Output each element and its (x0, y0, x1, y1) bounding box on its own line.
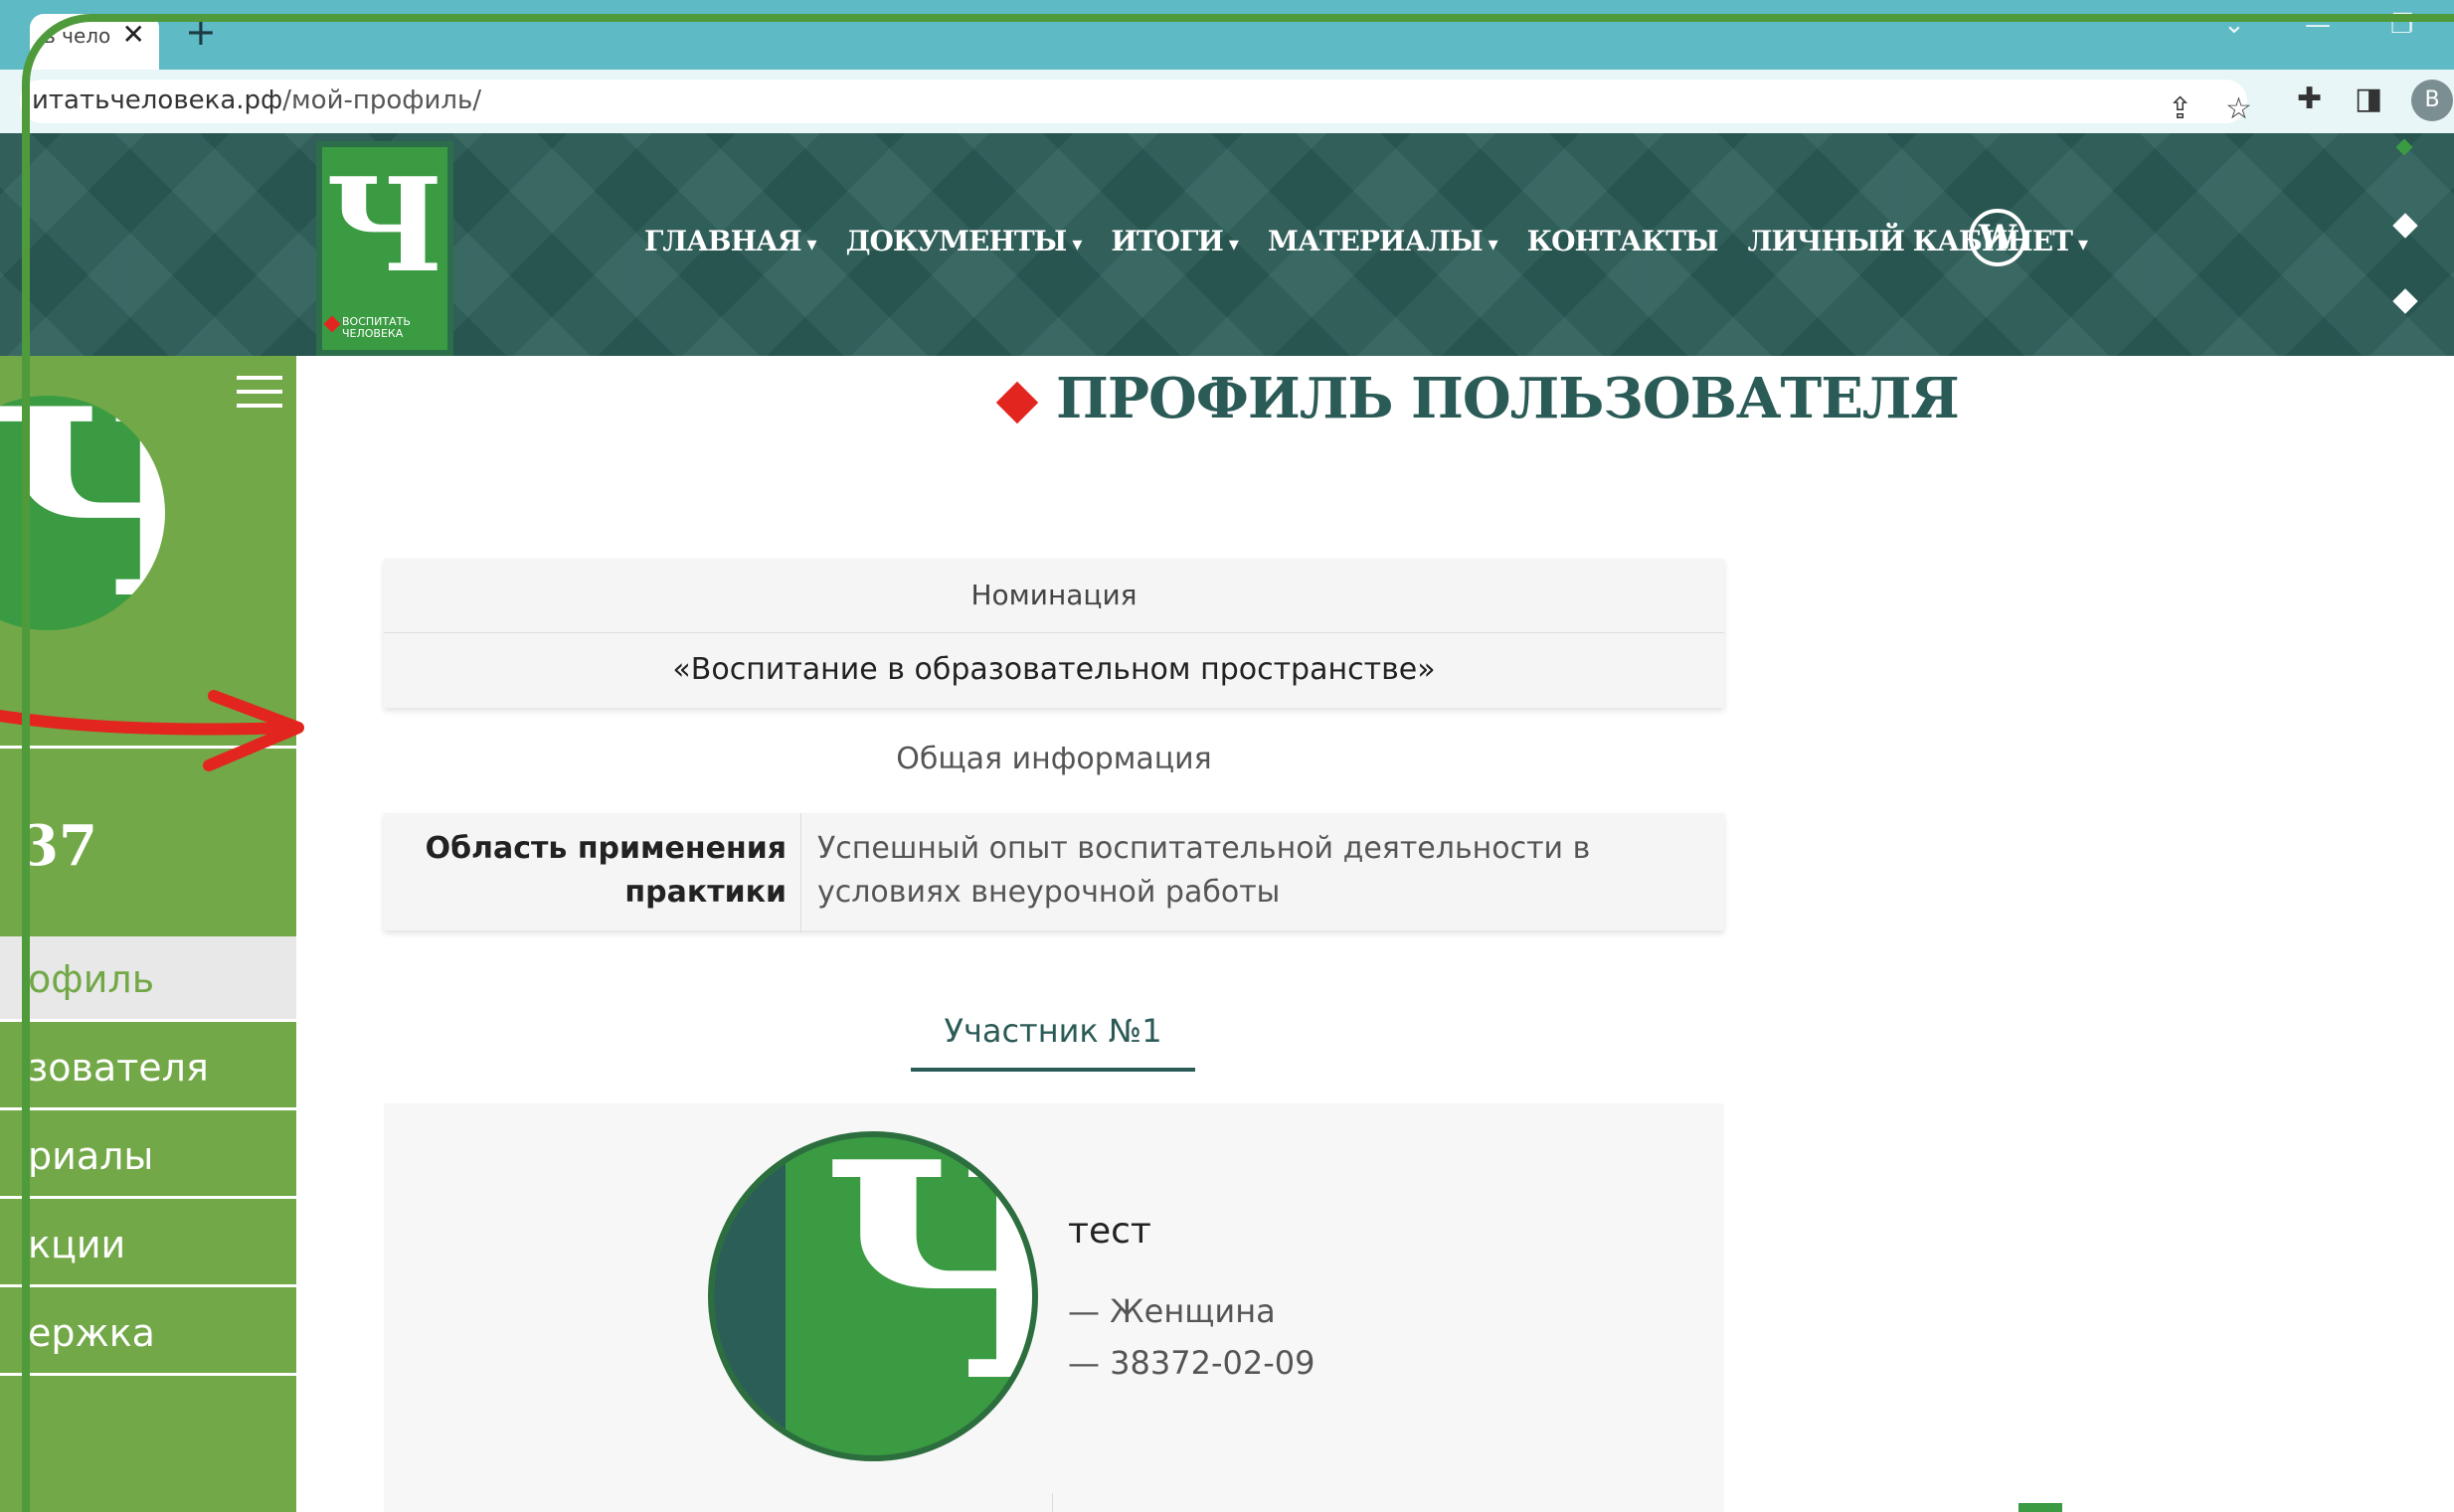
minimize-icon[interactable]: — (2305, 10, 2331, 40)
title-diamond-icon (995, 381, 1039, 424)
logo-caption: ВОСПИТАТЬ ЧЕЛОВЕКА (342, 316, 411, 340)
nav-label: МАТЕРИАЛЫ (1267, 225, 1484, 257)
participant-date: — 38372-02-09 (1068, 1344, 1315, 1382)
caret-down-icon: ▾ (2077, 232, 2088, 255)
nav-label: ДОКУМЕНТЫ (845, 225, 1068, 257)
extensions-icon[interactable]: ✚ (2297, 82, 2322, 116)
decor-diamond-icon (2392, 213, 2418, 239)
logo-letter: Ч (325, 149, 444, 301)
nomination-card: Номинация «Воспитание в образовательном … (384, 559, 1724, 708)
star-icon[interactable]: ☆ (2225, 91, 2252, 126)
caret-down-icon: ▾ (806, 232, 817, 255)
participant-card: Ч тест — Женщина — 38372-02-09 (384, 1103, 1724, 1512)
nav-item-results[interactable]: ИТОГИ ▾ (1111, 225, 1239, 257)
annotation-arrow-icon (0, 690, 304, 771)
caret-down-icon: ▾ (1228, 232, 1239, 255)
profile-avatar[interactable]: B (2411, 80, 2453, 121)
info-card: Область применения практики Успешный опы… (384, 813, 1724, 932)
new-tab-icon[interactable]: + (185, 10, 217, 54)
info-key: Область применения практики (384, 813, 801, 932)
nav-item-account[interactable]: ЛИЧНЫЙ КАБИНЕТ ▾ (1748, 225, 2088, 257)
sidebar-logo: Ч (0, 396, 165, 630)
avatar-dark-band (714, 1137, 786, 1455)
screen: ь чело ✕ + ⌄ — ❐ итатьчеловека.рф/мой-пр… (0, 0, 2454, 1512)
nomination-header: Номинация (384, 559, 1724, 633)
nomination-value: «Воспитание в образовательном пространст… (672, 652, 1436, 687)
nav-label: ИТОГИ (1111, 225, 1223, 257)
sidebar-logo-letter: Ч (0, 396, 165, 630)
sidebar-item-user[interactable]: зователя (0, 1025, 296, 1110)
nav-item-documents[interactable]: ДОКУМЕНТЫ ▾ (845, 225, 1083, 257)
nav-item-contacts[interactable]: КОНТАКТЫ (1526, 225, 1719, 257)
share-icon[interactable]: ⇪ (2168, 91, 2192, 126)
wordpress-icon[interactable]: W (1969, 209, 2026, 266)
url-path: /мой-профиль/ (282, 85, 482, 115)
menu-icon[interactable] (237, 376, 282, 418)
caret-down-icon: ▾ (1488, 232, 1498, 255)
nav-item-materials[interactable]: МАТЕРИАЛЫ ▾ (1267, 225, 1498, 257)
scroll-top-button[interactable] (2018, 1503, 2062, 1512)
logo-caption-line-2: ЧЕЛОВЕКА (342, 327, 404, 340)
sidebar-item-instructions[interactable]: кции (0, 1202, 296, 1287)
chevron-down-icon[interactable]: ⌄ (2223, 10, 2245, 40)
caret-down-icon: ▾ (1072, 232, 1082, 255)
participant-avatar-letter: Ч (823, 1137, 1032, 1422)
tab-participant-1[interactable]: Участник №1 (911, 1012, 1195, 1072)
site-logo[interactable]: Ч ВОСПИТАТЬ ЧЕЛОВЕКА (316, 141, 453, 356)
card-divider (1052, 1493, 1053, 1512)
decor-diamond-icon (2395, 138, 2413, 156)
nav-item-home[interactable]: ГЛАВНАЯ ▾ (644, 225, 817, 257)
browser-tab-bar: ь чело ✕ + ⌄ — ❐ (0, 0, 2454, 70)
participant-avatar: Ч (708, 1131, 1038, 1461)
sidebar-user-number: 37 (20, 813, 97, 879)
url-field[interactable]: итатьчеловека.рф/мой-профиль/ ⇪ ☆ (20, 80, 2252, 126)
sidebar-item-support[interactable]: ержка (0, 1290, 296, 1376)
main-nav: ГЛАВНАЯ ▾ ДОКУМЕНТЫ ▾ ИТОГИ ▾ МАТЕРИАЛЫ ▾ КО… (644, 225, 2088, 257)
general-info-label: Общая информация (896, 742, 1212, 776)
participant-gender: — Женщина (1068, 1292, 1276, 1330)
sidebar-item-profile[interactable]: офиль (0, 936, 296, 1022)
url-text: итатьчеловека.рф/мой-профиль/ (32, 85, 481, 115)
logo-diamond-icon (323, 315, 341, 333)
tab-title: ь чело (44, 24, 111, 48)
sidebar: Ч 37 офиль зователя риалы кции ержка (0, 356, 296, 1512)
nav-label: КОНТАКТЫ (1526, 225, 1719, 257)
participant-name: тест (1068, 1211, 1151, 1252)
browser-tab[interactable]: ь чело ✕ (30, 14, 159, 70)
decor-diamond-icon (2392, 288, 2418, 314)
nav-label: ГЛАВНАЯ (644, 225, 802, 257)
address-bar: итатьчеловека.рф/мой-профиль/ ⇪ ☆ ✚ ◨ B (0, 70, 2454, 133)
page-title: ПРОФИЛЬ ПОЛЬЗОВАТЕЛЯ (1056, 366, 1960, 431)
site-header: Ч ВОСПИТАТЬ ЧЕЛОВЕКА ГЛАВНАЯ ▾ ДОКУМЕНТЫ ▾… (0, 133, 2454, 356)
info-value: Успешный опыт воспитательной деятельност… (817, 831, 1591, 910)
sidebar-item-materials[interactable]: риалы (0, 1113, 296, 1199)
maximize-icon[interactable]: ❐ (2390, 10, 2413, 40)
url-host: итатьчеловека.рф (32, 85, 283, 115)
sidepanel-icon[interactable]: ◨ (2355, 82, 2382, 116)
close-icon[interactable]: ✕ (122, 18, 145, 51)
